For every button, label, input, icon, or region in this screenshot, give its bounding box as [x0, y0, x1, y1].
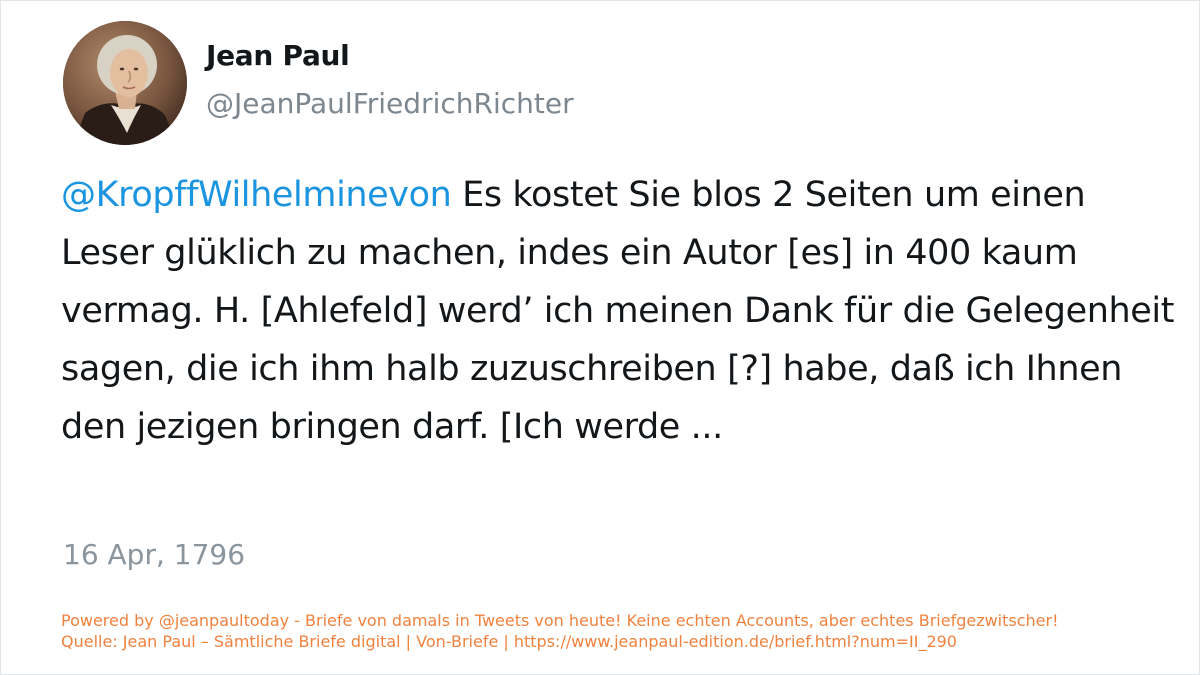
mention-link[interactable]: @KropffWilhelminevon	[61, 175, 452, 215]
tweet-body: Es kostet Sie blos 2 Seiten um einen Les…	[61, 175, 1175, 447]
tweet-card: Jean Paul @JeanPaulFriedrichRichter @Kro…	[0, 0, 1200, 675]
avatar[interactable]	[63, 21, 187, 145]
user-handle[interactable]: @JeanPaulFriedrichRichter	[206, 87, 574, 120]
footer: Powered by @jeanpaultoday - Briefe von d…	[61, 610, 1059, 652]
display-name[interactable]: Jean Paul	[206, 39, 350, 72]
footer-powered-by: Powered by @jeanpaultoday - Briefe von d…	[61, 611, 1059, 630]
tweet-text: @KropffWilhelminevon Es kostet Sie blos …	[61, 166, 1186, 456]
footer-source: Quelle: Jean Paul – Sämtliche Briefe dig…	[61, 632, 957, 651]
portrait-icon	[63, 21, 187, 145]
tweet-date[interactable]: 16 Apr, 1796	[63, 538, 245, 571]
